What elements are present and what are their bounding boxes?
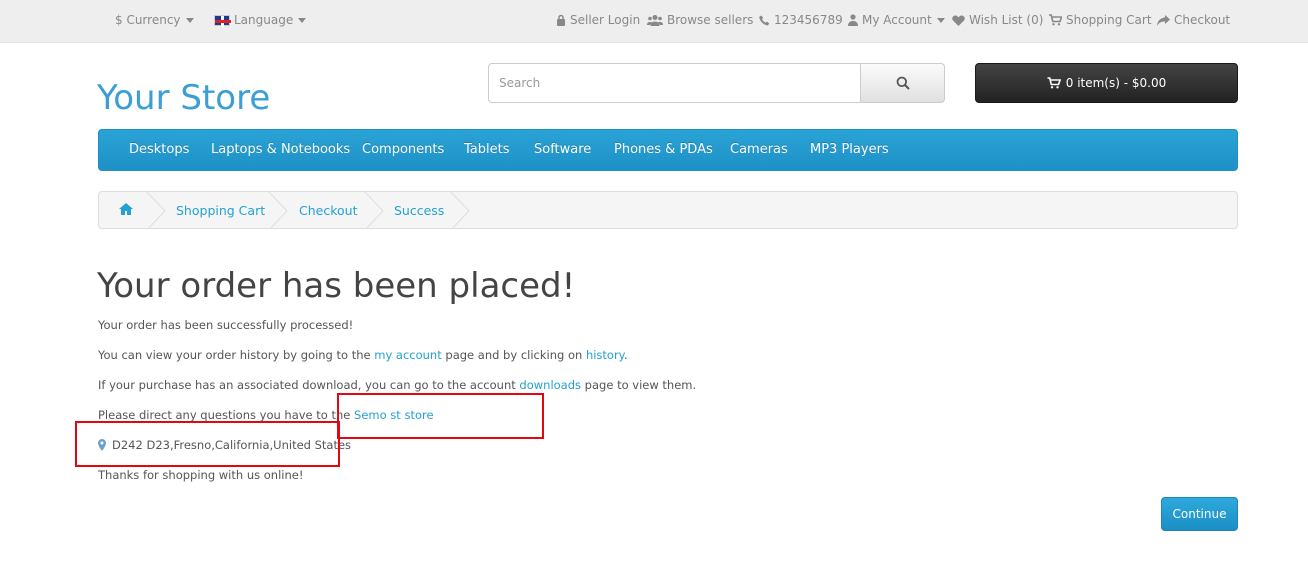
wish-list-label: Wish List (0) xyxy=(969,13,1044,27)
continue-button[interactable]: Continue xyxy=(1161,497,1238,531)
breadcrumb: Shopping Cart Checkout Success xyxy=(98,191,1238,229)
cart-icon xyxy=(1049,14,1062,26)
share-arrow-icon xyxy=(1157,14,1170,26)
page-title: Your order has been placed! xyxy=(97,266,576,306)
search-bar xyxy=(488,63,945,103)
breadcrumb-separator xyxy=(146,192,166,228)
users-icon xyxy=(647,15,663,26)
menu-item-components[interactable]: Components xyxy=(362,142,444,157)
downloads-text-pre: If your purchase has an associated downl… xyxy=(98,378,520,392)
breadcrumb-separator xyxy=(450,192,470,228)
downloads-text: If your purchase has an associated downl… xyxy=(98,378,696,392)
seller-login-label: Seller Login xyxy=(570,13,641,27)
menu-item-phones[interactable]: Phones & PDAs xyxy=(614,142,713,157)
cart-icon xyxy=(1047,77,1061,89)
menu-item-software[interactable]: Software xyxy=(534,142,591,157)
menu-item-tablets[interactable]: Tablets xyxy=(464,142,510,157)
order-history-text-mid: page and by clicking on xyxy=(441,348,586,362)
lock-icon xyxy=(557,14,565,26)
chevron-down-icon xyxy=(185,17,194,23)
seller-login-link[interactable]: Seller Login xyxy=(556,11,640,29)
my-account-link[interactable]: my account xyxy=(374,348,441,362)
checkout-link[interactable]: Checkout xyxy=(1157,11,1230,29)
breadcrumb-checkout[interactable]: Checkout xyxy=(299,203,357,218)
store-logo[interactable]: Your Store xyxy=(97,78,270,118)
wish-list-link[interactable]: Wish List (0) xyxy=(952,11,1043,29)
menu-item-cameras[interactable]: Cameras xyxy=(730,142,788,157)
downloads-link[interactable]: downloads xyxy=(519,378,581,392)
language-label: Language xyxy=(234,13,294,27)
currency-label: $ Currency xyxy=(115,13,181,27)
my-account-label: My Account xyxy=(862,13,932,27)
currency-dropdown[interactable]: $ Currency xyxy=(115,11,194,29)
breadcrumb-shopping-cart[interactable]: Shopping Cart xyxy=(176,203,265,218)
search-icon xyxy=(896,76,910,90)
search-input[interactable] xyxy=(488,63,860,103)
main-menu: Desktops Laptops & Notebooks Components … xyxy=(98,129,1238,171)
shopping-cart-label: Shopping Cart xyxy=(1066,13,1152,27)
phone-label: 123456789 xyxy=(774,13,843,27)
contact-text-pre: Please direct any questions you have to … xyxy=(98,408,355,422)
menu-item-mp3-players[interactable]: MP3 Players xyxy=(810,142,889,157)
shopping-cart-link[interactable]: Shopping Cart xyxy=(1049,11,1152,29)
breadcrumb-success[interactable]: Success xyxy=(394,203,444,218)
order-history-text: You can view your order history by going… xyxy=(98,348,628,362)
phone-link[interactable]: 123456789 xyxy=(759,11,843,29)
menu-item-laptops[interactable]: Laptops & Notebooks xyxy=(211,142,350,157)
user-icon xyxy=(848,14,858,26)
top-bar: $ Currency Language Seller Login Browse … xyxy=(0,0,1308,43)
thanks-text: Thanks for shopping with us online! xyxy=(98,468,304,482)
browse-sellers-link[interactable]: Browse sellers xyxy=(647,11,753,29)
search-button[interactable] xyxy=(860,63,945,103)
highlight-box-store xyxy=(337,393,544,439)
downloads-text-post: page to view them. xyxy=(581,378,697,392)
language-dropdown[interactable]: Language xyxy=(214,11,307,29)
history-link[interactable]: history xyxy=(586,348,624,362)
order-history-text-post: . xyxy=(623,348,628,362)
uk-flag-icon xyxy=(214,14,231,27)
highlight-box-address xyxy=(75,421,340,467)
cart-button[interactable]: 0 item(s) - $0.00 xyxy=(975,63,1238,103)
breadcrumb-separator xyxy=(268,192,288,228)
my-account-dropdown[interactable]: My Account xyxy=(848,11,945,29)
home-icon[interactable] xyxy=(119,203,133,215)
cart-total-label: 0 item(s) - $0.00 xyxy=(1065,76,1167,90)
phone-icon xyxy=(759,14,770,26)
chevron-down-icon xyxy=(298,17,307,23)
order-history-text-pre: You can view your order history by going… xyxy=(98,348,375,362)
breadcrumb-separator xyxy=(364,192,384,228)
menu-item-desktops[interactable]: Desktops xyxy=(129,142,189,157)
chevron-down-icon xyxy=(936,17,945,23)
heart-icon xyxy=(952,15,965,26)
browse-sellers-label: Browse sellers xyxy=(667,13,754,27)
checkout-label: Checkout xyxy=(1174,13,1231,27)
success-message: Your order has been successfully process… xyxy=(98,318,354,332)
